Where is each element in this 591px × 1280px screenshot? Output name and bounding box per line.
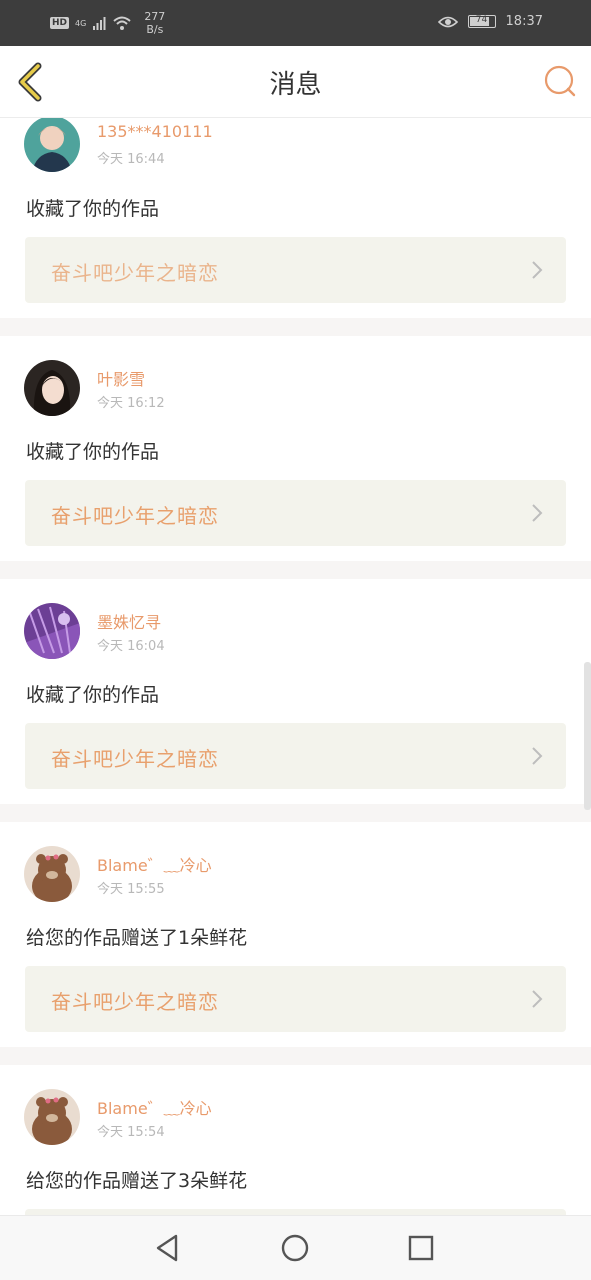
speed-unit: B/s: [146, 23, 164, 36]
username[interactable]: Blame゛﹏冷心: [97, 852, 212, 876]
avatar-girl[interactable]: [24, 360, 80, 416]
eye-icon: [437, 16, 458, 27]
work-link[interactable]: 奋斗吧少年之暗恋: [25, 966, 566, 1032]
nav-recents-icon[interactable]: [405, 1232, 437, 1264]
signal-icon: [93, 17, 106, 30]
work-title: 奋斗吧少年之暗恋: [51, 261, 219, 285]
message-time: 今天 15:54: [97, 1125, 165, 1140]
nav-home-icon[interactable]: [279, 1232, 311, 1264]
clock: 18:37: [505, 14, 543, 29]
chevron-right-icon: [532, 504, 543, 522]
network-speed: 277 B/s: [144, 10, 165, 36]
message-card: 135***410111 今天 16:44 收藏了你的作品 奋斗吧少年之暗恋: [0, 118, 591, 318]
message-list[interactable]: 135***410111 今天 16:44 收藏了你的作品 奋斗吧少年之暗恋 叶…: [0, 118, 591, 1215]
username[interactable]: 135***410111: [97, 122, 213, 141]
message-time: 今天 15:55: [97, 882, 165, 897]
message-time: 今天 16:04: [97, 639, 165, 654]
username[interactable]: Blame゛﹏冷心: [97, 1095, 212, 1119]
avatar-lavender[interactable]: [24, 603, 80, 659]
username[interactable]: 叶影雪: [97, 366, 145, 390]
nav-back-icon[interactable]: [152, 1232, 184, 1264]
work-title: 奋斗吧少年之暗恋: [51, 990, 219, 1014]
network-type: 4G: [75, 18, 87, 28]
message-action: 收藏了你的作品: [26, 684, 160, 706]
message-time: 今天 16:44: [97, 152, 165, 167]
work-title: 奋斗吧少年之暗恋: [51, 747, 219, 771]
chevron-right-icon: [532, 261, 543, 279]
search-icon[interactable]: [543, 64, 577, 98]
wifi-icon: [113, 16, 131, 30]
work-link[interactable]: 奋斗吧少年之暗恋: [25, 237, 566, 303]
message-card: Blame゛﹏冷心 今天 15:54 给您的作品赠送了3朵鲜花: [0, 1065, 591, 1215]
status-left: HD 4G 277 B/s: [50, 10, 165, 36]
work-link[interactable]: 奋斗吧少年之暗恋: [25, 480, 566, 546]
message-card: 墨姝忆寻 今天 16:04 收藏了你的作品 奋斗吧少年之暗恋: [0, 579, 591, 804]
username[interactable]: 墨姝忆寻: [97, 609, 161, 633]
scrollbar[interactable]: [584, 662, 591, 810]
system-nav-bar: [0, 1215, 591, 1280]
work-link[interactable]: 奋斗吧少年之暗恋: [25, 723, 566, 789]
message-time: 今天 16:12: [97, 396, 165, 411]
message-action: 收藏了你的作品: [26, 441, 160, 463]
speed-value: 277: [144, 10, 166, 23]
avatar-bear[interactable]: [24, 1089, 80, 1145]
chevron-right-icon: [532, 990, 543, 1008]
avatar-bear[interactable]: [24, 846, 80, 902]
message-action: 收藏了你的作品: [26, 198, 160, 220]
battery-icon: 74: [467, 15, 496, 28]
message-action: 给您的作品赠送了3朵鲜花: [26, 1170, 248, 1192]
hd-badge: HD: [50, 17, 70, 29]
chevron-right-icon: [532, 747, 543, 765]
work-title: 奋斗吧少年之暗恋: [51, 504, 219, 528]
status-right: 74 18:37: [437, 14, 543, 29]
message-card: 叶影雪 今天 16:12 收藏了你的作品 奋斗吧少年之暗恋: [0, 336, 591, 561]
message-action: 给您的作品赠送了1朵鲜花: [26, 927, 248, 949]
status-bar: HD 4G 277 B/s 74 18:37: [0, 0, 591, 46]
top-app-bar: 消息: [0, 46, 591, 118]
message-card: Blame゛﹏冷心 今天 15:55 给您的作品赠送了1朵鲜花 奋斗吧少年之暗恋: [0, 822, 591, 1047]
battery-level: 74: [475, 15, 488, 25]
avatar-boy[interactable]: [24, 118, 80, 172]
page-title: 消息: [269, 70, 322, 100]
